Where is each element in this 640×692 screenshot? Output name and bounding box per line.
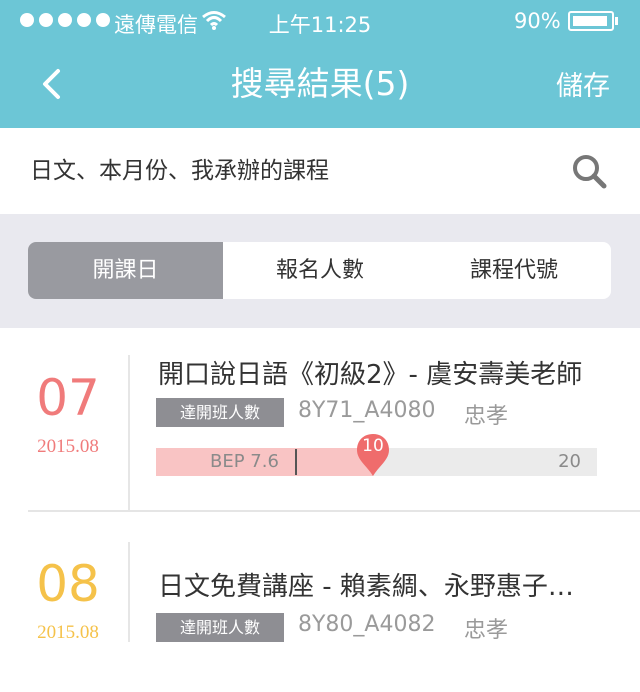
course-year-month: 2015.08 [37,622,99,643]
course-day: 08 [36,555,100,613]
search-criteria-text: 日文、本月份、我承辦的課程 [30,158,329,184]
date-divider [128,355,130,510]
sort-area: 開課日 報名人數 課程代號 [0,214,640,328]
course-code: 8Y80_A4082 [298,612,436,637]
header: 遠傳電信 上午11:25 90% 搜尋結果(5) 儲存 [0,0,640,128]
enrollment-progress-bar: BEP 7.6 20 10 [156,434,597,476]
tab-start-date[interactable]: 開課日 [28,242,223,299]
bep-label: BEP 7.6 [210,451,279,472]
current-enrollment-pin: 10 [355,432,391,478]
course-day: 07 [36,369,100,427]
sort-segmented-control: 開課日 報名人數 課程代號 [28,242,611,299]
search-icon[interactable] [570,152,610,192]
save-button[interactable]: 儲存 [556,69,610,105]
status-bar: 遠傳電信 上午11:25 90% [0,0,640,42]
back-chevron-icon[interactable] [34,64,74,104]
battery-percent: 90% [514,9,561,33]
course-title: 開口說日語《初級2》- 虞安壽美老師 [158,360,583,390]
course-year-month: 2015.08 [37,436,99,457]
list-item[interactable]: 08 2015.08 日文免費講座 - 賴素綢、永野惠子… 達開班人數 8Y80… [0,512,640,692]
branch-name: 忠孝 [464,618,509,643]
tab-enrollment-count[interactable]: 報名人數 [223,242,417,299]
search-summary-bar[interactable]: 日文、本月份、我承辦的課程 [0,128,640,214]
list-item[interactable]: 07 2015.08 開口說日語《初級2》- 虞安壽美老師 達開班人數 8Y71… [0,328,640,510]
status-badge: 達開班人數 [156,613,284,642]
bep-marker [295,449,297,475]
page-title: 搜尋結果(5) [230,64,410,103]
battery-cap-icon [615,17,618,25]
course-title: 日文免費講座 - 賴素綢、永野惠子… [158,572,574,602]
tab-course-code[interactable]: 課程代號 [417,242,611,299]
course-code: 8Y71_A4080 [298,398,436,423]
battery-icon [568,11,614,31]
branch-name: 忠孝 [464,404,509,429]
max-capacity: 20 [558,451,581,472]
nav-bar: 搜尋結果(5) 儲存 [0,42,640,128]
status-badge: 達開班人數 [156,398,284,427]
date-divider [128,542,130,642]
current-enrollment-count: 10 [362,436,384,456]
